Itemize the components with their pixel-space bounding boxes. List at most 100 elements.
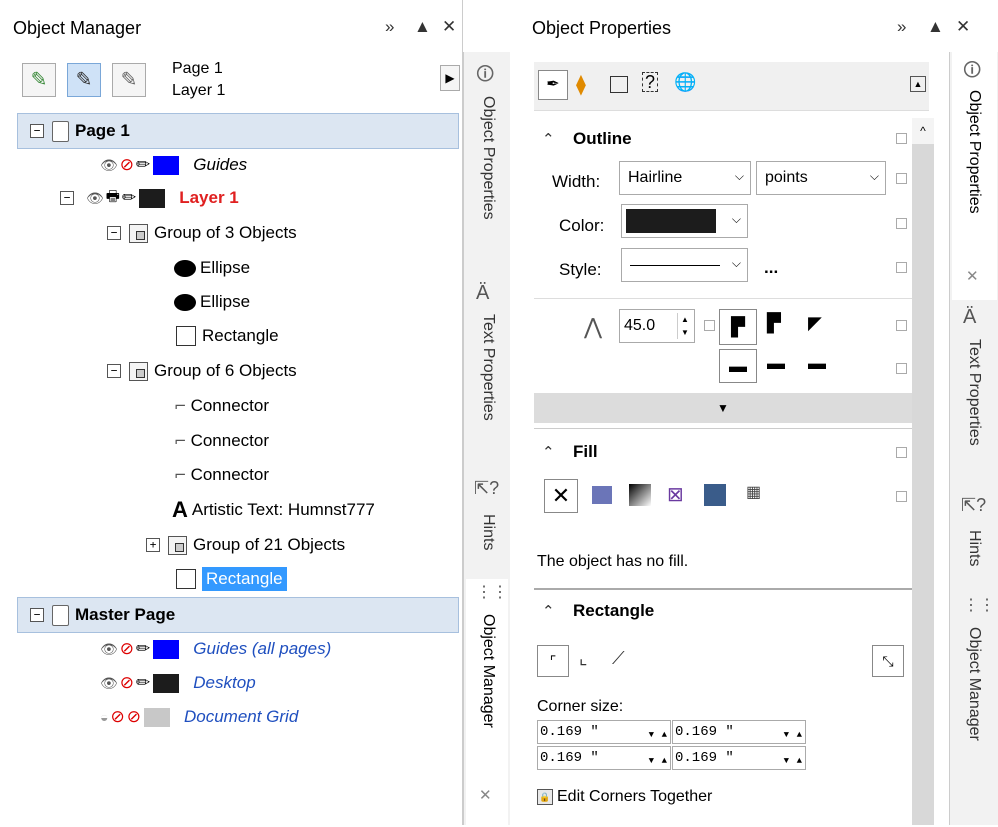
collapse-toggle[interactable]: − bbox=[60, 191, 74, 205]
expand-panel-button[interactable]: » bbox=[385, 17, 394, 37]
more-options-bar[interactable]: ▼ bbox=[534, 393, 912, 423]
tree-row-artistic-text[interactable]: A Artistic Text: Humnst777 bbox=[172, 493, 375, 527]
object-manager-tab-icon[interactable]: ⋮⋮ bbox=[963, 595, 995, 615]
close-tab-icon[interactable]: ✕ bbox=[966, 267, 979, 285]
fill-checkbox[interactable] bbox=[896, 491, 907, 502]
outline-units-dropdown[interactable]: points ⌵ bbox=[756, 161, 886, 195]
text-properties-tab-icon[interactable]: Ä bbox=[963, 306, 976, 329]
tree-row-ellipse2[interactable]: Ellipse bbox=[174, 285, 250, 319]
tree-row-connector1[interactable]: ⌐ Connector bbox=[174, 389, 269, 423]
edit-pencil-icon[interactable]: ✏ bbox=[136, 155, 150, 175]
tree-row-rect1[interactable]: Rectangle bbox=[176, 319, 279, 353]
miter-checkbox[interactable] bbox=[704, 320, 715, 331]
tab-text-properties[interactable]: Text Properties bbox=[479, 314, 497, 421]
expand-panel-button[interactable]: » bbox=[897, 17, 906, 37]
expand-toggle[interactable]: + bbox=[146, 538, 160, 552]
hints-tab-icon[interactable]: ⇱? bbox=[474, 478, 499, 499]
corner-bevel-button[interactable]: ◤ bbox=[808, 313, 822, 334]
visibility-eye-icon[interactable]: 👁 bbox=[100, 641, 118, 658]
collapse-panel-button[interactable]: ▲ bbox=[414, 17, 431, 37]
tab-object-properties[interactable]: Object Properties bbox=[965, 90, 983, 214]
internet-icon[interactable]: 🌐 bbox=[674, 72, 696, 93]
tab-hints[interactable]: Hints bbox=[965, 530, 983, 566]
tree-row-group6[interactable]: − Group of 6 Objects bbox=[107, 354, 297, 388]
text-properties-tab-icon[interactable]: Ä bbox=[476, 282, 489, 305]
corner-size-top-right[interactable]: 0.169 " ▼ ▲ bbox=[672, 720, 806, 744]
hints-tab-icon[interactable]: ⇱? bbox=[961, 495, 986, 516]
linecap-round-button[interactable]: ▬ bbox=[767, 353, 785, 374]
edit-across-layers-button[interactable]: ✎ bbox=[67, 63, 101, 97]
tree-row-rect2-selected[interactable]: Rectangle bbox=[176, 562, 287, 596]
object-properties-tab-icon[interactable]: 🛈 bbox=[963, 58, 981, 88]
outline-width-dropdown[interactable]: Hairline ⌵ bbox=[619, 161, 751, 195]
round-corner-button[interactable]: ⌜ bbox=[537, 645, 569, 677]
miter-limit-input[interactable]: 45.0 ▲ ▼ bbox=[619, 309, 695, 343]
printer-icon[interactable]: 🖶 bbox=[106, 186, 120, 211]
tree-row-document-grid[interactable]: ◒ ⊘ ⊘ Document Grid bbox=[100, 700, 298, 734]
object-properties-tab-icon[interactable]: 🛈 bbox=[476, 62, 494, 92]
tab-object-manager[interactable]: Object Manager bbox=[965, 627, 983, 741]
outline-tab-button[interactable]: ✒ bbox=[538, 70, 568, 100]
print-disabled-icon[interactable]: ⊘ bbox=[120, 155, 134, 175]
tree-row-ellipse1[interactable]: Ellipse bbox=[174, 251, 250, 285]
tab-text-properties[interactable]: Text Properties bbox=[965, 339, 983, 446]
spin-up-button[interactable]: ▲ bbox=[662, 750, 667, 772]
collapse-panel-button[interactable]: ▲ bbox=[927, 17, 944, 37]
fill-bucket-icon[interactable]: ⧫ bbox=[576, 72, 586, 97]
tree-row-connector2[interactable]: ⌐ Connector bbox=[174, 424, 269, 458]
tree-row-group3[interactable]: − Group of 3 Objects bbox=[107, 216, 297, 250]
edit-corners-together-toggle[interactable]: 🔒 Edit Corners Together bbox=[537, 788, 712, 806]
close-panel-button[interactable]: ✕ bbox=[956, 17, 970, 37]
outline-style-picker[interactable]: ⌵ bbox=[621, 248, 748, 282]
panel-scrollbar[interactable]: ^ bbox=[912, 118, 934, 825]
edit-pencil-icon[interactable]: ✏ bbox=[122, 188, 136, 208]
collapse-section-icon[interactable]: ⌃ bbox=[542, 443, 555, 461]
export-panel-icon[interactable]: ▲ bbox=[910, 76, 926, 92]
uniform-fill-icon[interactable] bbox=[592, 486, 612, 504]
visibility-eye-icon[interactable]: 👁 bbox=[100, 675, 118, 692]
corner-checkbox[interactable] bbox=[896, 320, 907, 331]
spin-down-button[interactable]: ▼ bbox=[784, 750, 789, 772]
chamfered-corner-button[interactable]: ⟋ bbox=[612, 648, 625, 669]
more-styles-button[interactable]: ... bbox=[764, 258, 778, 278]
collapse-toggle[interactable]: − bbox=[107, 364, 121, 378]
tree-row-desktop[interactable]: 👁 ⊘ ✏ Desktop bbox=[100, 666, 256, 700]
spin-stepper[interactable]: ▲ ▼ bbox=[677, 313, 692, 339]
collapse-section-icon[interactable]: ⌃ bbox=[542, 602, 555, 620]
print-disabled-icon[interactable]: ⊘ bbox=[120, 639, 134, 659]
scalloped-corner-button[interactable]: ⌞ bbox=[579, 648, 587, 669]
spin-up-button[interactable]: ▲ bbox=[662, 724, 667, 746]
spin-up-button[interactable]: ▲ bbox=[797, 750, 802, 772]
spin-down-button[interactable]: ▼ bbox=[784, 724, 789, 746]
section-checkbox[interactable] bbox=[896, 133, 907, 144]
no-fill-button[interactable]: ✕ bbox=[544, 479, 578, 513]
print-disabled-icon[interactable]: ⊘ bbox=[120, 673, 134, 693]
close-tab-icon[interactable]: ✕ bbox=[479, 786, 492, 804]
edit-pencil-icon[interactable]: ✏ bbox=[136, 639, 150, 659]
corner-size-top-left[interactable]: 0.169 " ▼ ▲ bbox=[537, 720, 671, 744]
transparency-icon[interactable] bbox=[610, 76, 628, 93]
linecap-square-button[interactable]: ▬ bbox=[719, 349, 757, 383]
style-checkbox[interactable] bbox=[896, 262, 907, 273]
width-checkbox[interactable] bbox=[896, 173, 907, 184]
layer-manager-view-button[interactable]: ✎ bbox=[112, 63, 146, 97]
tree-row-layer1[interactable]: − 👁 🖶 ✏ Layer 1 bbox=[60, 181, 239, 215]
collapse-toggle[interactable]: − bbox=[30, 124, 44, 138]
edit-pencil-icon[interactable]: ✏ bbox=[136, 673, 150, 693]
corner-round-button[interactable]: ▛ bbox=[767, 313, 781, 334]
visibility-eye-icon[interactable]: 👁 bbox=[86, 190, 104, 207]
flyout-menu-button[interactable]: ▶ bbox=[440, 65, 460, 91]
collapse-section-icon[interactable]: ⌃ bbox=[542, 130, 555, 148]
edit-disabled-icon[interactable]: ⊘ bbox=[127, 707, 141, 727]
outline-color-picker[interactable]: ⌵ bbox=[621, 204, 748, 238]
tree-row-guides[interactable]: 👁 ⊘ ✏ Guides bbox=[100, 148, 247, 182]
fountain-fill-icon[interactable] bbox=[629, 484, 651, 506]
print-disabled-icon[interactable]: ⊘ bbox=[110, 707, 124, 727]
close-panel-button[interactable]: ✕ bbox=[442, 17, 456, 37]
visibility-eye-icon[interactable]: 👁 bbox=[100, 157, 118, 174]
scroll-up-button[interactable]: ^ bbox=[912, 118, 934, 144]
tab-object-manager[interactable]: Object Manager bbox=[479, 614, 497, 728]
tab-hints[interactable]: Hints bbox=[479, 514, 497, 550]
corner-size-bottom-left[interactable]: 0.169 " ▼ ▲ bbox=[537, 746, 671, 770]
cap-checkbox[interactable] bbox=[896, 363, 907, 374]
